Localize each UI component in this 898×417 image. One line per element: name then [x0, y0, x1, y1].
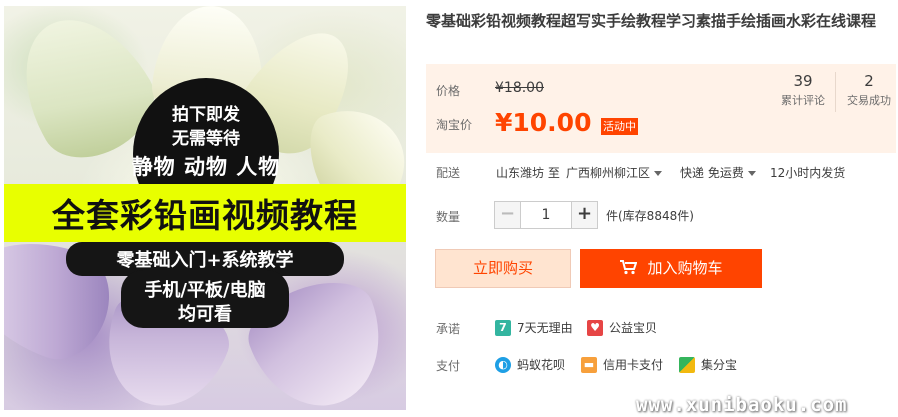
- shipping-label: 配送: [436, 166, 461, 180]
- chevron-down-icon: [654, 171, 663, 176]
- quantity-increase-button[interactable]: +: [571, 201, 598, 229]
- stock-info: 件(库存8848件): [606, 209, 694, 223]
- jifenbao-link[interactable]: 集分宝: [679, 356, 737, 373]
- huabei-link[interactable]: ◐ 蚂蚁花呗: [495, 356, 565, 373]
- jifenbao-icon: [679, 356, 695, 373]
- payment-label: 支付: [436, 359, 461, 373]
- hero-text-line2: 无需等待: [172, 129, 240, 149]
- seven-day-return-text: 7天无理由: [517, 321, 573, 335]
- reviews-count: 39: [793, 72, 813, 90]
- buy-now-button[interactable]: 立即购买: [435, 249, 571, 288]
- product-image[interactable]: 拍下即发 无需等待 静物 动物 人物 全套彩铅画视频教程 零基础入门+系统教学 …: [4, 6, 406, 410]
- hero-text-line1: 拍下即发: [172, 105, 240, 125]
- credit-card-icon: ▬: [581, 356, 597, 373]
- add-to-cart-label: 加入购物车: [647, 259, 723, 277]
- huabei-text: 蚂蚁花呗: [517, 358, 566, 372]
- charity-link[interactable]: ♥ 公益宝贝: [587, 319, 657, 336]
- trades-stat[interactable]: 2 交易成功: [839, 72, 898, 108]
- seven-day-return-link[interactable]: 7 7天无理由: [495, 319, 573, 336]
- promise-label: 承诺: [436, 322, 461, 336]
- hero-text-line3: 静物 动物 人物: [131, 155, 281, 179]
- hero-text-line7: 均可看: [178, 304, 232, 325]
- reviews-stat[interactable]: 39 累计评论: [773, 72, 833, 108]
- seven-day-return-icon: 7: [495, 319, 511, 336]
- stat-divider: [835, 72, 836, 112]
- ship-method: 快递 免运费: [680, 166, 744, 180]
- original-price: ¥18.00: [495, 80, 544, 96]
- taobao-price-label: 淘宝价: [436, 118, 473, 132]
- watermark: www.xunibaoku.com: [636, 394, 848, 416]
- quantity-decrease-button[interactable]: −: [494, 201, 521, 229]
- hero-text-line6: 手机/平板/电脑: [144, 280, 266, 301]
- ship-to: 广西柳州柳江区: [566, 166, 651, 180]
- ship-from: 山东潍坊 至: [496, 166, 560, 180]
- charity-text: 公益宝贝: [609, 321, 658, 335]
- ship-to-selector[interactable]: 广西柳州柳江区: [566, 164, 663, 181]
- ship-method-selector[interactable]: 快递 免运费: [680, 164, 756, 181]
- charity-icon: ♥: [587, 319, 603, 336]
- current-price: ¥10.00: [495, 108, 592, 137]
- chevron-down-icon: [747, 171, 756, 176]
- price-panel: 价格 ¥18.00 淘宝价 ¥10.00 活动中 39 累计评论 2 交易成功: [426, 64, 896, 153]
- quantity-stepper: − +: [494, 201, 598, 229]
- price-label: 价格: [436, 84, 461, 98]
- quantity-input[interactable]: [520, 201, 572, 229]
- cart-icon: [620, 260, 638, 275]
- add-to-cart-button[interactable]: 加入购物车: [580, 249, 762, 288]
- huabei-icon: ◐: [495, 356, 511, 373]
- credit-card-text: 信用卡支付: [603, 358, 664, 372]
- shipping-row: 山东潍坊 至 广西柳州柳江区 快递 免运费 12小时内发货: [496, 164, 896, 184]
- trades-count: 2: [864, 72, 874, 90]
- quantity-label: 数量: [436, 210, 461, 224]
- ship-dispatch: 12小时内发货: [770, 166, 846, 180]
- product-title: 零基础彩铅视频教程超写实手绘教程学习素描手绘插画水彩在线课程: [426, 12, 877, 30]
- jifenbao-text: 集分宝: [701, 358, 738, 372]
- hero-headline: 全套彩铅画视频教程: [52, 196, 358, 235]
- credit-card-link[interactable]: ▬ 信用卡支付: [581, 356, 663, 373]
- trades-label: 交易成功: [847, 94, 891, 107]
- reviews-label: 累计评论: [781, 94, 825, 107]
- promo-badge: 活动中: [601, 118, 638, 135]
